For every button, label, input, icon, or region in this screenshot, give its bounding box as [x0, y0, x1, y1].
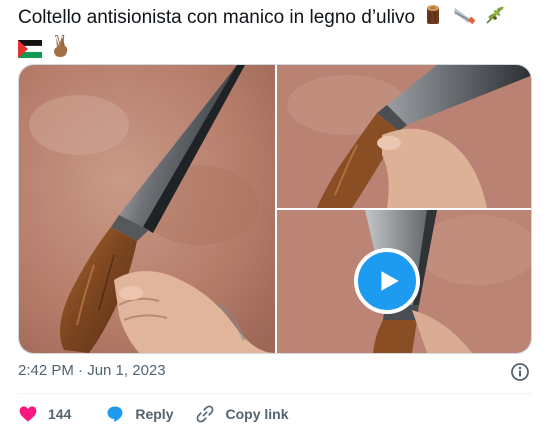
- saw-emoji: [452, 4, 476, 34]
- play-icon: [381, 271, 399, 291]
- palestine-flag-emoji: [17, 39, 43, 66]
- info-icon[interactable]: [510, 362, 530, 382]
- reply-bubble-icon: [107, 406, 123, 422]
- reply-label: Reply: [135, 406, 174, 422]
- divider: [18, 393, 532, 394]
- heart-icon: [19, 406, 37, 422]
- link-icon: [197, 405, 214, 423]
- photo-knife-hand-top[interactable]: [277, 65, 531, 208]
- reply-button[interactable]: Reply: [105, 404, 173, 424]
- photo-knife-hand-large[interactable]: [19, 65, 275, 353]
- copy-link-button[interactable]: Copy link: [195, 404, 289, 424]
- play-video-button[interactable]: [354, 248, 420, 314]
- wood-log-emoji: [423, 4, 443, 34]
- tweet-timestamp[interactable]: 2:42 PM · Jun 1, 2023: [18, 362, 166, 379]
- tweet-text: Coltello antisionista con manico in legn…: [18, 7, 416, 28]
- like-button[interactable]: 144: [18, 404, 71, 424]
- victory-hand-emoji: [50, 34, 72, 66]
- copy-link-label: Copy link: [225, 406, 289, 422]
- olive-branch-emoji: [484, 4, 506, 34]
- tweet-text-block: Coltello antisionista con manico in legn…: [17, 4, 538, 66]
- tweet-actions: 144 Reply Copy link: [18, 402, 289, 426]
- media-grid[interactable]: [18, 64, 532, 354]
- like-count: 144: [48, 406, 72, 422]
